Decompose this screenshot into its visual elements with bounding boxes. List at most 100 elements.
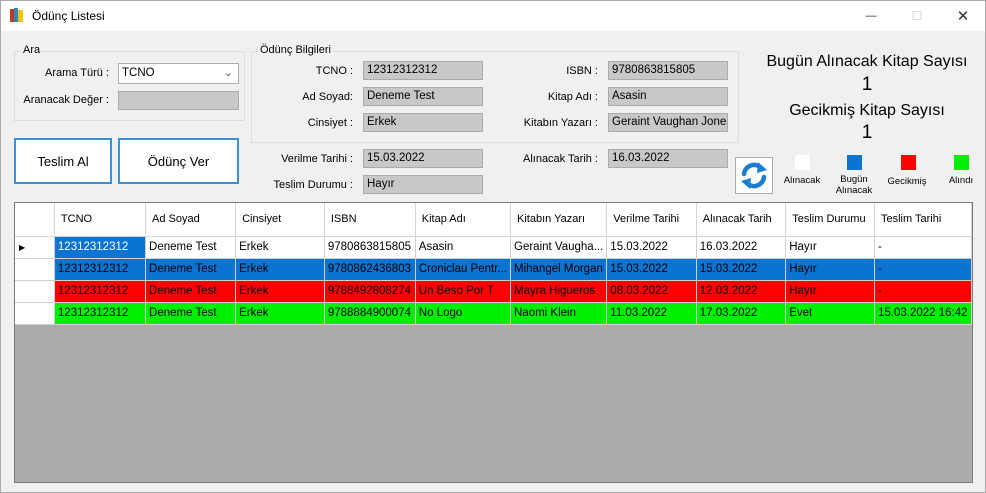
table-row[interactable]: ▶ 12312312312 Deneme Test Erkek 978086381580…: [15, 236, 972, 259]
table-cell[interactable]: 12312312312: [54, 258, 147, 281]
name-field[interactable]: Deneme Test: [363, 87, 483, 106]
table-cell[interactable]: 16.03.2022: [696, 236, 787, 259]
return-status-field[interactable]: Hayır: [363, 175, 483, 194]
table-cell[interactable]: 9788492808274: [324, 280, 416, 303]
column-header[interactable]: Ad Soyad: [145, 203, 237, 237]
table-cell[interactable]: -: [874, 236, 972, 259]
table-cell[interactable]: Naomi Klein: [510, 302, 608, 325]
table-cell[interactable]: Erkek: [235, 258, 325, 281]
table-cell[interactable]: 15.03.2022: [696, 258, 787, 281]
table-cell[interactable]: Erkek: [235, 280, 325, 303]
table-cell[interactable]: Hayır: [785, 258, 875, 281]
today-count-value: 1: [861, 74, 873, 95]
column-header[interactable]: Cinsiyet: [235, 203, 325, 237]
table-cell[interactable]: Croniclau Pentr...: [415, 258, 512, 281]
search-group: Ara: [14, 44, 245, 121]
due-date-field[interactable]: 16.03.2022: [608, 149, 728, 168]
table-row[interactable]: 12312312312 Deneme Test Erkek 9788492808274…: [15, 280, 972, 303]
table-cell[interactable]: Deneme Test: [145, 280, 237, 303]
table-cell[interactable]: Erkek: [235, 236, 325, 259]
row-header-corner: [15, 203, 55, 237]
table-cell[interactable]: Deneme Test: [145, 258, 237, 281]
chevron-down-icon: ⌄: [223, 67, 233, 79]
refresh-button[interactable]: [735, 157, 773, 194]
table-cell[interactable]: -: [874, 280, 972, 303]
author-field[interactable]: Geraint Vaughan Jones: [608, 113, 728, 132]
table-cell[interactable]: 12312312312: [54, 236, 147, 259]
minimize-icon: —: [865, 10, 877, 22]
table-cell[interactable]: Mayra Higueros: [510, 280, 608, 303]
row-header[interactable]: ▶: [15, 236, 55, 259]
tcno-field[interactable]: 12312312312: [363, 61, 483, 80]
table-cell[interactable]: Erkek: [235, 302, 325, 325]
table-cell[interactable]: 15.03.2022: [606, 258, 697, 281]
column-header[interactable]: ISBN: [324, 203, 416, 237]
book-title-field[interactable]: Asasin: [608, 87, 728, 106]
loan-table: TCNO Ad Soyad Cinsiyet ISBN Kitap Adı Kitabın…: [15, 203, 972, 325]
table-cell[interactable]: 15.03.2022: [606, 236, 697, 259]
window-title: Ödünç Listesi: [32, 9, 105, 23]
table-row[interactable]: 12312312312 Deneme Test Erkek 9780862436803…: [15, 258, 972, 281]
row-header[interactable]: [15, 258, 55, 281]
current-row-arrow-icon: ▶: [19, 242, 26, 252]
minimize-button[interactable]: —: [848, 1, 894, 31]
given-date-field[interactable]: 15.03.2022: [363, 149, 483, 168]
table-cell[interactable]: 11.03.2022: [606, 302, 697, 325]
table-cell[interactable]: 15.03.2022 16:42: [874, 302, 972, 325]
return-status-label: Teslim Durumu :: [273, 179, 353, 191]
table-row[interactable]: 12312312312 Deneme Test Erkek 9788884900074…: [15, 302, 972, 325]
refresh-icon: [741, 162, 767, 189]
table-cell[interactable]: Mihangel Morgan: [510, 258, 608, 281]
gender-field[interactable]: Erkek: [363, 113, 483, 132]
table-cell[interactable]: 12312312312: [54, 280, 147, 303]
loan-details-group-title: Ödünç Bilgileri: [258, 44, 333, 56]
table-cell[interactable]: Evet: [785, 302, 875, 325]
search-value-input[interactable]: [118, 91, 239, 110]
table-cell[interactable]: Asasin: [415, 236, 512, 259]
table-cell[interactable]: 9780863815805: [324, 236, 416, 259]
row-header[interactable]: [15, 302, 55, 325]
column-header[interactable]: Alınacak Tarih: [696, 203, 787, 237]
column-header[interactable]: TCNO: [54, 203, 147, 237]
table-cell[interactable]: 12.03.2022: [696, 280, 787, 303]
column-header[interactable]: Verilme Tarihi: [606, 203, 697, 237]
close-icon: ✕: [956, 8, 970, 25]
column-header[interactable]: Teslim Tarihi: [874, 203, 972, 237]
table-cell[interactable]: Geraint Vaugha...: [510, 236, 608, 259]
maximize-button[interactable]: ☐: [894, 1, 940, 31]
close-button[interactable]: ✕: [940, 1, 986, 31]
table-cell[interactable]: 17.03.2022: [696, 302, 787, 325]
table-cell[interactable]: Deneme Test: [145, 302, 237, 325]
gender-label: Cinsiyet :: [307, 117, 353, 129]
due-date-label: Alınacak Tarih :: [522, 153, 598, 165]
column-header[interactable]: Kitap Adı: [415, 203, 512, 237]
author-label: Kitabın Yazarı :: [523, 117, 598, 129]
table-cell[interactable]: Un Beso Por T: [415, 280, 512, 303]
table-header-row: TCNO Ad Soyad Cinsiyet ISBN Kitap Adı Kitabın…: [15, 203, 972, 237]
column-header[interactable]: Kitabın Yazarı: [510, 203, 608, 237]
table-cell[interactable]: 12312312312: [54, 302, 147, 325]
row-header[interactable]: [15, 280, 55, 303]
table-cell[interactable]: Hayır: [785, 236, 875, 259]
table-cell[interactable]: 9780862436803: [324, 258, 416, 281]
search-type-select[interactable]: TCNO ⌄: [118, 63, 239, 84]
table-cell[interactable]: Hayır: [785, 280, 875, 303]
loan-grid[interactable]: TCNO Ad Soyad Cinsiyet ISBN Kitap Adı Kitabın…: [14, 202, 973, 483]
table-cell[interactable]: Deneme Test: [145, 236, 237, 259]
given-date-label: Verilme Tarihi :: [281, 153, 353, 165]
lend-button[interactable]: Ödünç Ver: [118, 138, 239, 184]
table-cell[interactable]: 08.03.2022: [606, 280, 697, 303]
late-count-label: Gecikmiş Kitap Sayısı: [789, 102, 945, 119]
tcno-label: TCNO :: [315, 65, 353, 77]
isbn-field[interactable]: 9780863815805: [608, 61, 728, 80]
title-bar: Ödünç Listesi — ☐ ✕: [1, 1, 985, 31]
receive-button[interactable]: Teslim Al: [14, 138, 112, 184]
table-cell[interactable]: 9788884900074: [324, 302, 416, 325]
legend-swatch-pending: [795, 155, 810, 170]
table-cell[interactable]: -: [874, 258, 972, 281]
table-cell[interactable]: No Logo: [415, 302, 512, 325]
search-type-label: Arama Türü :: [45, 67, 109, 79]
column-header[interactable]: Teslim Durumu: [785, 203, 875, 237]
legend-swatch-due-today: [847, 155, 862, 170]
search-value-label: Aranacak Değer :: [23, 94, 109, 106]
